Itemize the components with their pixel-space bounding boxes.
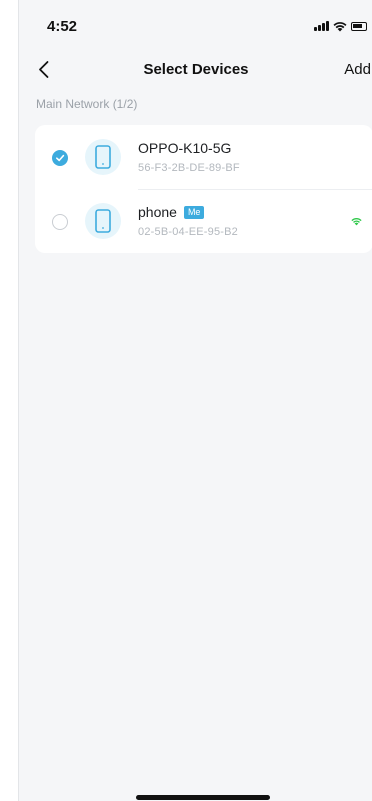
phone-icon: [95, 145, 111, 169]
device-name: OPPO-K10-5G: [138, 140, 232, 156]
check-icon: [56, 154, 65, 162]
status-time: 4:52: [47, 18, 78, 35]
checkbox-unchecked[interactable]: [52, 214, 68, 230]
page-title: Select Devices: [143, 61, 249, 78]
device-avatar: [85, 139, 121, 175]
status-bar: 4:52: [19, 0, 372, 44]
cellular-signal-icon: [314, 21, 329, 31]
status-icons: [314, 19, 367, 33]
add-button[interactable]: Add: [344, 61, 371, 78]
wifi-status-icon: [333, 21, 347, 31]
device-mac: 56-F3-2B-DE-89-BF: [138, 162, 240, 174]
checkbox-checked[interactable]: [52, 150, 68, 166]
wifi-icon: [351, 218, 362, 226]
device-row-phone[interactable]: phone Me 02-5B-04-EE-95-B2: [35, 189, 372, 253]
home-indicator: [136, 795, 270, 800]
device-name: phone Me: [138, 204, 205, 220]
device-mac: 02-5B-04-EE-95-B2: [138, 226, 239, 238]
nav-bar: Select Devices Add: [19, 52, 372, 88]
device-list: OPPO-K10-5G 56-F3-2B-DE-89-BF phone Me 0…: [35, 125, 372, 253]
battery-icon: [351, 21, 367, 31]
device-row-oppo[interactable]: OPPO-K10-5G 56-F3-2B-DE-89-BF: [35, 125, 372, 189]
device-avatar: [85, 203, 121, 239]
app-screen: 4:52 Select Devices Add Main Network (1/…: [18, 0, 372, 801]
me-badge: Me: [183, 205, 205, 219]
phone-icon: [95, 209, 111, 233]
section-label: Main Network (1/2): [36, 97, 138, 111]
